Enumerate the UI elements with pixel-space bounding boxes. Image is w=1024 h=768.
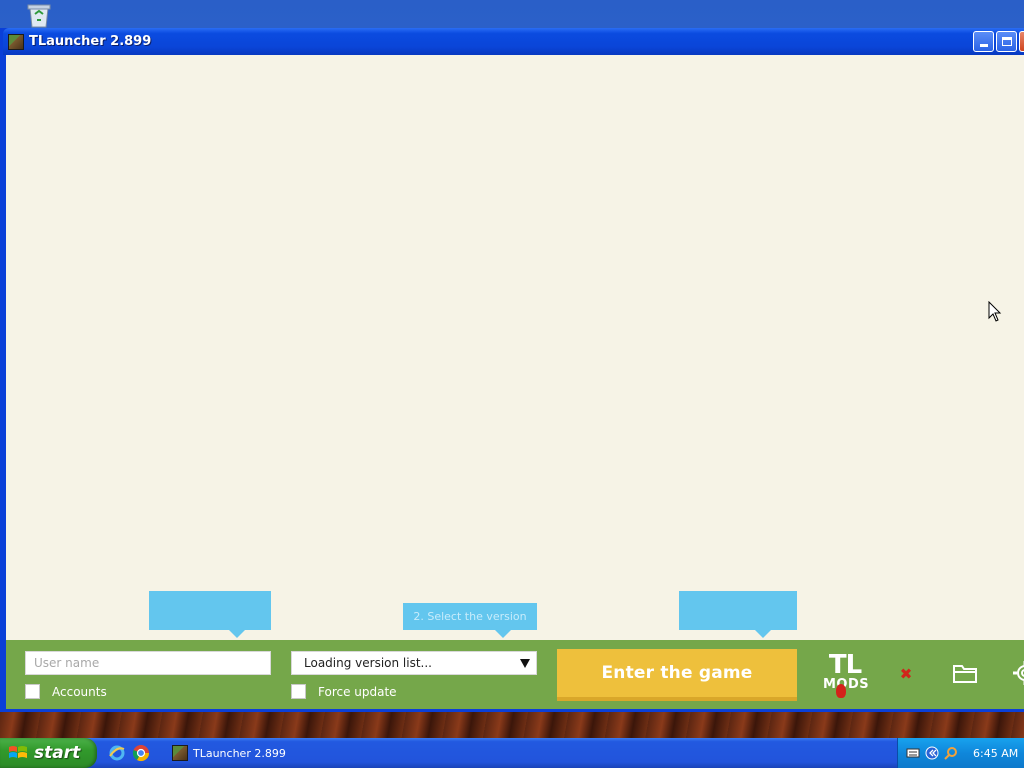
enter-tooltip xyxy=(679,591,797,638)
keyboard-icon[interactable] xyxy=(906,746,920,760)
folder-icon[interactable] xyxy=(952,662,978,684)
gear-icon[interactable] xyxy=(1012,660,1024,686)
accounts-checkbox[interactable] xyxy=(25,684,40,699)
taskbar-item-tlauncher[interactable]: TLauncher 2.899 xyxy=(166,741,316,765)
search-icon[interactable] xyxy=(944,746,958,760)
tl-mods-logo-top: TL xyxy=(828,650,862,680)
launcher-content: 2. Select the version Accounts Loading v… xyxy=(6,55,1024,709)
taskbar: start TLauncher 2.899 6:45 AM xyxy=(0,738,1024,768)
force-update-option[interactable]: Force update xyxy=(291,684,397,699)
minimize-icon xyxy=(979,44,988,47)
flame-icon xyxy=(836,684,846,698)
maximize-button[interactable] xyxy=(996,31,1017,52)
force-update-label: Force update xyxy=(318,684,397,699)
recycle-bin-icon[interactable] xyxy=(24,2,54,28)
tlauncher-task-icon xyxy=(172,745,188,761)
title-bar[interactable]: TLauncher 2.899 xyxy=(3,28,1024,55)
internet-explorer-icon[interactable] xyxy=(108,744,126,762)
bottom-control-bar: Accounts Loading version list... Force u… xyxy=(6,640,1024,709)
windows-flag-icon xyxy=(9,746,27,758)
close-red-x-icon[interactable]: ✖ xyxy=(898,666,914,682)
accounts-label: Accounts xyxy=(52,684,107,699)
tl-mods-button[interactable]: TL MODS xyxy=(823,650,869,698)
taskbar-item-label: TLauncher 2.899 xyxy=(193,746,286,760)
username-input[interactable] xyxy=(25,651,271,675)
show-hidden-icons-icon[interactable] xyxy=(925,746,939,760)
force-update-checkbox[interactable] xyxy=(291,684,306,699)
chrome-icon[interactable] xyxy=(132,744,150,762)
start-label: start xyxy=(34,743,81,763)
username-tooltip xyxy=(149,591,271,638)
mouse-cursor-icon xyxy=(988,300,1002,323)
version-select-value: Loading version list... xyxy=(304,656,432,670)
version-tooltip: 2. Select the version xyxy=(403,603,537,638)
system-tray: 6:45 AM xyxy=(897,738,1024,768)
chevron-down-icon xyxy=(520,659,530,668)
minimize-button[interactable] xyxy=(973,31,994,52)
accounts-option[interactable]: Accounts xyxy=(25,684,107,699)
maximize-icon xyxy=(1001,37,1012,46)
tlauncher-app-icon xyxy=(8,33,24,50)
tlauncher-window: TLauncher 2.899 2. Select the version Ac… xyxy=(0,28,1024,712)
enter-game-label: Enter the game xyxy=(601,663,753,683)
version-tooltip-text: 2. Select the version xyxy=(413,610,527,623)
desktop-wallpaper xyxy=(0,712,1024,740)
close-button[interactable] xyxy=(1019,31,1024,52)
start-button[interactable]: start xyxy=(0,738,97,768)
clock[interactable]: 6:45 AM xyxy=(973,747,1018,760)
enter-game-button[interactable]: Enter the game xyxy=(557,649,797,701)
version-select[interactable]: Loading version list... xyxy=(291,651,537,675)
window-title: TLauncher 2.899 xyxy=(29,34,152,49)
